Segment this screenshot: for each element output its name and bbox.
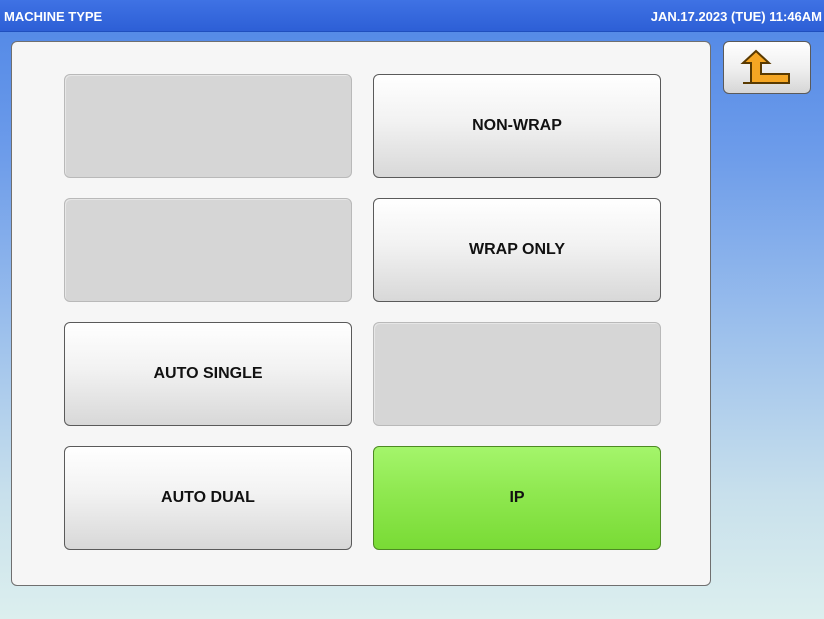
return-arrow-icon xyxy=(740,49,790,84)
wrap-only-button[interactable]: WRAP ONLY xyxy=(373,198,661,302)
empty-slot-button-2 xyxy=(64,198,352,302)
page-title: MACHINE TYPE xyxy=(4,9,103,24)
non-wrap-label: NON-WRAP xyxy=(472,117,562,134)
empty-slot-button-3 xyxy=(373,322,661,426)
non-wrap-button[interactable]: NON-WRAP xyxy=(373,74,661,178)
datetime-display: JAN.17.2023 (TUE) 11:46AM xyxy=(650,9,822,24)
auto-dual-button[interactable]: AUTO DUAL xyxy=(64,446,352,550)
empty-slot-button-1 xyxy=(64,74,352,178)
auto-dual-label: AUTO DUAL xyxy=(161,489,255,506)
machine-type-panel: NON-WRAP WRAP ONLY AUTO SINGLE AUTO DUAL… xyxy=(11,41,711,586)
ip-button[interactable]: IP xyxy=(373,446,661,550)
title-bar: MACHINE TYPE JAN.17.2023 (TUE) 11:46AM xyxy=(0,0,824,32)
auto-single-label: AUTO SINGLE xyxy=(153,365,263,382)
ip-label: IP xyxy=(509,489,525,506)
wrap-only-label: WRAP ONLY xyxy=(468,241,565,258)
back-button[interactable] xyxy=(723,41,811,94)
auto-single-button[interactable]: AUTO SINGLE xyxy=(64,322,352,426)
